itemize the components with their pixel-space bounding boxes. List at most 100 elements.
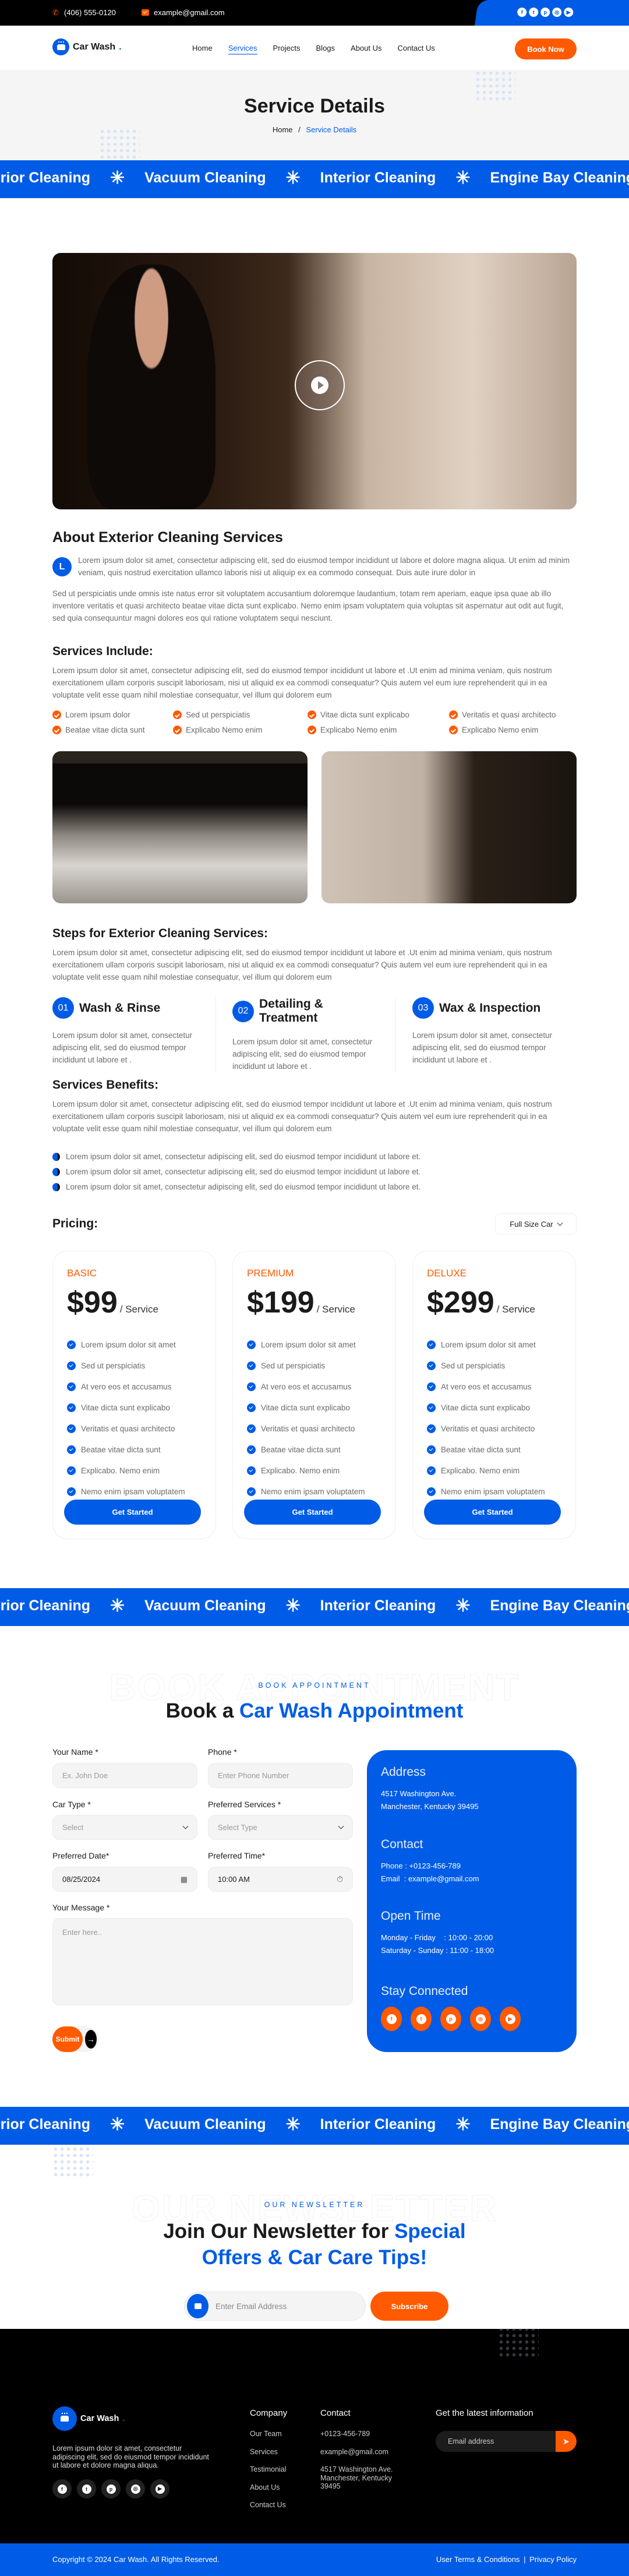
car-size-select[interactable]: Full Size Car: [495, 1213, 577, 1234]
step-card: 03 Wax & Inspection Lorem ipsum dolor sit…: [397, 997, 575, 1072]
plan-features: Lorem ipsum dolor sit amet Sed ut perspi…: [427, 1334, 561, 1502]
footer-link-services[interactable]: Services: [250, 2448, 287, 2457]
newsletter-eyebrow: OUR NEWSLETTER: [264, 2201, 365, 2209]
nav-contact[interactable]: Contact Us: [398, 44, 435, 55]
steps-section: Steps for Exterior Cleaning Services: Lo…: [52, 927, 577, 1072]
terms-link[interactable]: User Terms & Conditions: [436, 2555, 520, 2564]
footer-email-input[interactable]: Email address ➤: [436, 2431, 577, 2452]
facebook-link[interactable]: f: [381, 2007, 402, 2031]
footer-link-testimonial[interactable]: Testimonial: [250, 2465, 287, 2474]
footer-link-contact[interactable]: Contact Us: [250, 2501, 287, 2510]
check-icon: [67, 1466, 76, 1475]
pinterest-icon: p: [106, 2484, 116, 2494]
check-icon: [449, 726, 458, 734]
youtube-icon[interactable]: ▶: [564, 8, 574, 17]
footer-description: Lorem ipsum dolor sit amet, consectetur …: [52, 2444, 209, 2469]
bullet-icon: [52, 1167, 60, 1176]
check-icon: [67, 1424, 76, 1433]
instagram-link[interactable]: ◎: [470, 2007, 491, 2031]
time-label: Preferred Time*: [208, 1851, 266, 1860]
check-icon: [308, 710, 316, 719]
newsletter-email-input[interactable]: Enter Email Address: [184, 2292, 366, 2321]
footer-link-about[interactable]: About Us: [250, 2483, 287, 2492]
dropcap: L: [52, 557, 72, 576]
twitter-link[interactable]: t: [77, 2479, 96, 2498]
feature-item: Beatae vitae dicta sunt: [427, 1439, 561, 1460]
check-icon: [427, 1466, 436, 1475]
check-icon: [67, 1382, 76, 1391]
stopwatch-icon[interactable]: ⏱: [337, 1874, 343, 1884]
nav-projects[interactable]: Projects: [273, 44, 301, 55]
marquee-item: Engine Bay Cleaning: [490, 2116, 629, 2132]
bullet-icon: [52, 1183, 60, 1191]
get-started-button[interactable]: Get Started: [424, 1500, 561, 1525]
twitter-link[interactable]: t: [411, 2007, 432, 2031]
play-video-button[interactable]: [295, 360, 345, 410]
message-textarea[interactable]: Enter here..: [52, 1918, 353, 2005]
feature-item: Vitae dicta sunt explicabo: [67, 1397, 202, 1418]
check-icon: [247, 1403, 256, 1412]
date-input[interactable]: 08/25/2024 ▦: [52, 1867, 197, 1892]
get-started-button[interactable]: Get Started: [64, 1500, 201, 1525]
nav-blogs[interactable]: Blogs: [316, 44, 335, 55]
services-include-list: Lorem ipsum dolor Sed ut perspiciatis Vi…: [52, 710, 577, 734]
calendar-icon[interactable]: ▦: [181, 1875, 188, 1884]
time-input[interactable]: 10:00 AM ⏱: [208, 1867, 353, 1892]
asterisk-icon: ✳: [285, 2115, 301, 2134]
youtube-link[interactable]: ▶: [500, 2007, 521, 2031]
name-input[interactable]: Ex. John Doe: [52, 1763, 197, 1788]
plan-features: Lorem ipsum dolor sit amet Sed ut perspi…: [247, 1334, 381, 1502]
topbar-phone-text: (406) 555-0120: [64, 8, 116, 17]
topbar-phone[interactable]: ✆ (406) 555-0120: [52, 8, 116, 17]
chevron-down-icon: [182, 1823, 189, 1829]
step-card: 02 Detailing & Treatment Lorem ipsum dolo…: [217, 997, 396, 1072]
topbar-email-text: example@gmail.com: [154, 8, 225, 17]
social-links: f t p ◎ ▶: [381, 2007, 521, 2031]
pinterest-link[interactable]: p: [440, 2007, 461, 2031]
nav-about[interactable]: About Us: [351, 44, 381, 55]
asterisk-icon: ✳: [455, 168, 471, 188]
submit-button[interactable]: Submit: [52, 2026, 83, 2052]
privacy-link[interactable]: Privacy Policy: [529, 2555, 577, 2564]
arrow-right-icon[interactable]: →: [85, 2030, 97, 2049]
book-now-button[interactable]: Book Now: [515, 38, 577, 59]
twitter-icon: t: [82, 2484, 91, 2494]
check-icon: [247, 1424, 256, 1433]
facebook-link[interactable]: f: [52, 2479, 72, 2498]
check-icon: [247, 1445, 256, 1454]
instagram-link[interactable]: ◎: [126, 2479, 145, 2498]
subscribe-button[interactable]: Subscribe: [370, 2292, 448, 2321]
logo[interactable]: Car Wash.: [52, 38, 122, 55]
include-item: Explicabo Nemo enim: [308, 726, 449, 734]
instagram-icon[interactable]: ◎: [552, 8, 562, 17]
footer-link-team[interactable]: Our Team: [250, 2430, 287, 2438]
footer-newsletter: Get the latest information: [436, 2408, 533, 2430]
send-icon[interactable]: ➤: [556, 2431, 577, 2452]
facebook-icon[interactable]: f: [517, 8, 527, 17]
get-started-button[interactable]: Get Started: [244, 1500, 381, 1525]
step-number: 02: [232, 1000, 254, 1022]
pinterest-icon[interactable]: p: [540, 8, 550, 17]
benefits-text: Lorem ipsum dolor sit amet, consectetur …: [52, 1100, 552, 1133]
services-select[interactable]: Select Type: [208, 1815, 353, 1840]
instagram-icon: ◎: [130, 2484, 140, 2494]
car-type-select[interactable]: Select: [52, 1815, 197, 1840]
check-icon: [67, 1403, 76, 1412]
check-icon: [427, 1361, 436, 1370]
car-wash-logo-icon: [52, 38, 69, 55]
appointment-title: Book a Car Wash Appointment: [165, 1699, 464, 1722]
footer-email[interactable]: example@gmail.com: [320, 2448, 396, 2457]
pinterest-link[interactable]: p: [101, 2479, 121, 2498]
footer-logo[interactable]: Car Wash.: [52, 2406, 125, 2431]
nav-services[interactable]: Services: [228, 44, 257, 55]
breadcrumb-home[interactable]: Home: [273, 125, 293, 134]
feature-item: Vitae dicta sunt explicabo: [427, 1397, 561, 1418]
topbar-email[interactable]: example@gmail.com: [142, 8, 225, 17]
youtube-link[interactable]: ▶: [150, 2479, 169, 2498]
footer-phone[interactable]: +0123-456-789: [320, 2430, 396, 2438]
nav-home[interactable]: Home: [192, 44, 213, 55]
twitter-icon[interactable]: t: [529, 8, 539, 17]
benefit-item: Lorem ipsum dolor sit amet, consectetur …: [52, 1152, 577, 1161]
service-video-thumbnail[interactable]: [52, 253, 577, 509]
phone-input[interactable]: Enter Phone Number: [208, 1763, 353, 1788]
